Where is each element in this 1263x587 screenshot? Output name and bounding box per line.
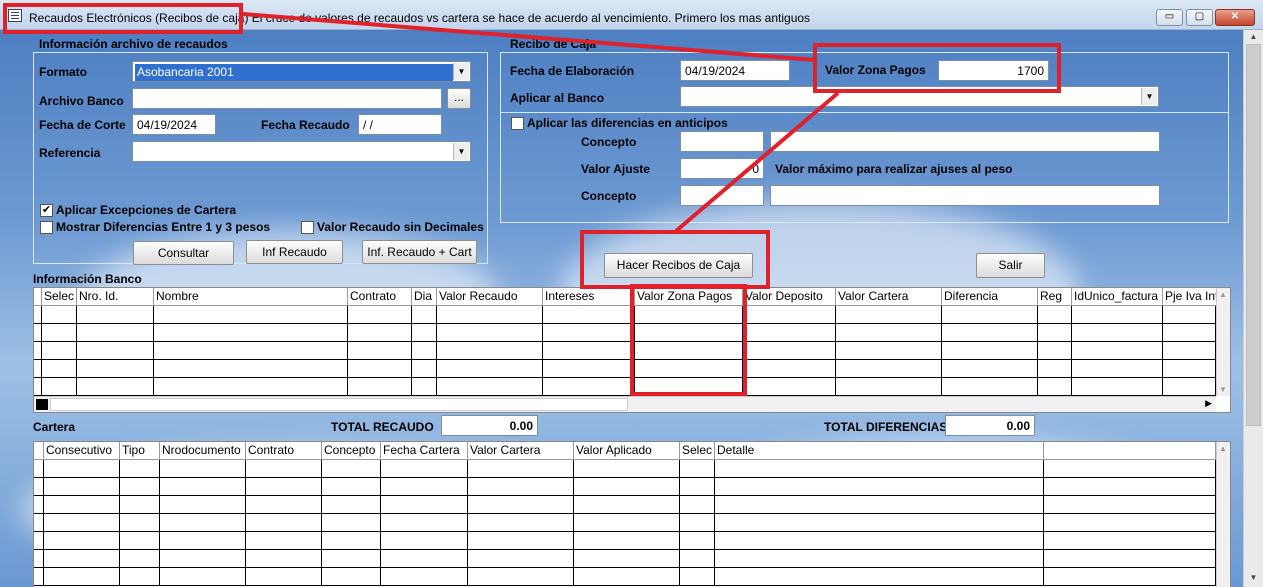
annotation-line xyxy=(674,91,840,233)
annotation-line xyxy=(242,12,816,62)
annotation-arrows xyxy=(242,12,840,233)
